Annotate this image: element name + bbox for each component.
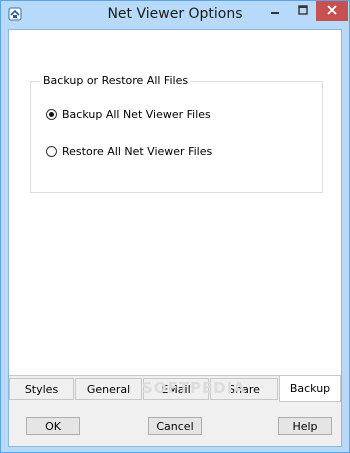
group-legend: Backup or Restore All Files: [40, 74, 192, 87]
maximize-button[interactable]: [289, 1, 316, 21]
backup-tab-panel: Backup or Restore All Files Backup All N…: [9, 30, 341, 376]
tab-styles[interactable]: Styles: [9, 378, 74, 400]
restore-radio-label: Restore All Net Viewer Files: [62, 145, 213, 158]
title-bar[interactable]: Net Viewer Options: [1, 1, 349, 29]
radio-selected-dot: [49, 112, 54, 117]
backup-restore-group: Backup or Restore All Files Backup All N…: [30, 74, 323, 193]
ok-button[interactable]: OK: [26, 417, 80, 435]
close-icon: [327, 4, 337, 18]
close-button[interactable]: [316, 1, 348, 21]
tab-email[interactable]: EMail: [143, 378, 209, 400]
tab-strip: Styles General EMail Share Backup: [9, 376, 341, 402]
cancel-button[interactable]: Cancel: [148, 417, 202, 435]
minimize-icon: [270, 5, 280, 18]
backup-radio-button[interactable]: [46, 109, 57, 120]
minimize-button[interactable]: [261, 1, 289, 21]
tab-backup[interactable]: Backup: [279, 376, 341, 402]
dialog-client-area: Backup or Restore All Files Backup All N…: [8, 29, 342, 447]
maximize-icon: [297, 4, 308, 18]
help-button[interactable]: Help: [278, 417, 332, 435]
backup-radio-option[interactable]: Backup All Net Viewer Files: [46, 108, 211, 121]
restore-radio-option[interactable]: Restore All Net Viewer Files: [46, 145, 212, 158]
backup-radio-label: Backup All Net Viewer Files: [62, 108, 211, 121]
tab-general[interactable]: General: [75, 378, 142, 400]
restore-radio-button[interactable]: [46, 146, 57, 157]
tab-share[interactable]: Share: [210, 378, 278, 400]
options-window: Net Viewer Options Backup or Restore All…: [0, 0, 350, 453]
